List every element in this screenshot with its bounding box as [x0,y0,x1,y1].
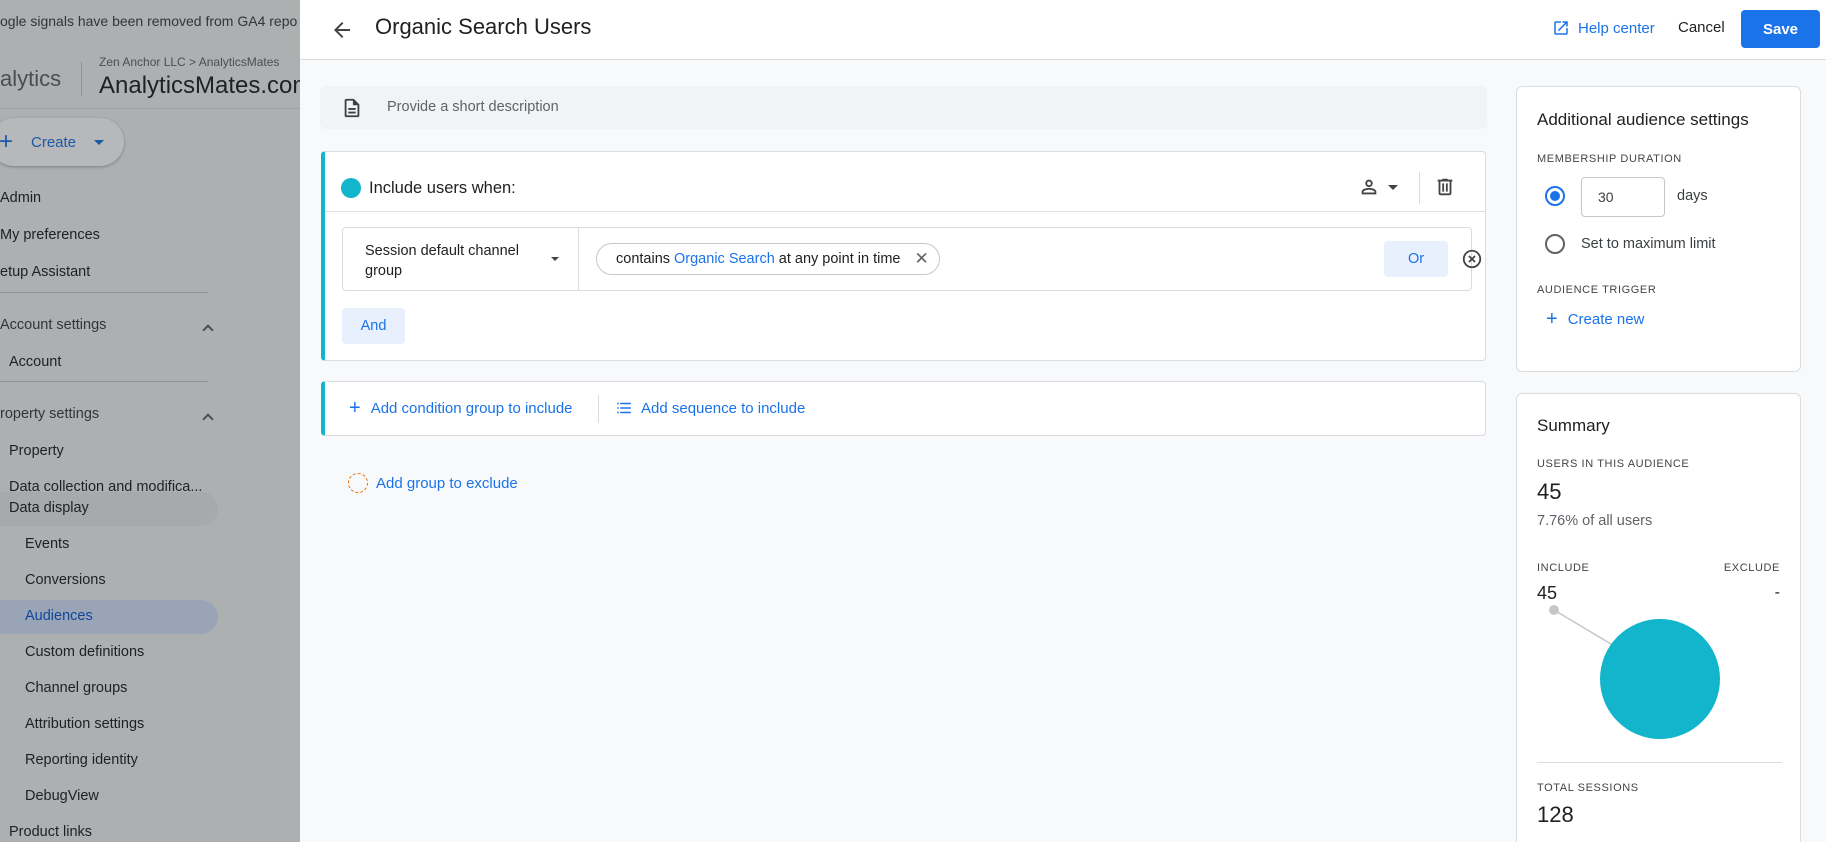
chevron-down-icon [1388,184,1398,190]
help-center-label: Help center [1578,19,1655,37]
save-button[interactable]: Save [1741,10,1820,48]
and-button[interactable]: And [342,308,405,344]
remove-circle-icon[interactable] [1461,248,1483,270]
membership-duration-label: MEMBERSHIP DURATION [1537,153,1682,165]
chart-leader-line [1553,609,1617,648]
add-sequence-label: Add sequence to include [641,399,806,417]
plus-icon: + [1546,308,1558,330]
additional-settings-panel: Additional audience settings MEMBERSHIP … [1516,86,1801,372]
delete-icon[interactable] [1434,176,1456,198]
add-exclude-group-button[interactable]: Add group to exclude [348,473,518,493]
audience-builder-dialog: Organic Search Users Help center Cancel … [300,0,1826,842]
header-divider [1419,172,1420,204]
add-actions-bar: + Add condition group to include Add seq… [321,381,1486,436]
condition-value: Organic Search [674,251,775,267]
exclude-dashed-circle-icon [348,473,368,493]
summary-divider [1537,762,1782,763]
exclude-label: EXCLUDE [1723,562,1780,574]
condition-time-scope: at any point in time [778,251,901,267]
add-sequence-button[interactable]: Add sequence to include [615,399,805,417]
users-count: 45 [1537,479,1562,504]
dialog-header: Organic Search Users Help center Cancel … [300,0,1826,60]
summary-panel: Summary USERS IN THIS AUDIENCE 45 7.76% … [1516,393,1801,842]
summary-title: Summary [1537,416,1610,435]
modal-scrim[interactable] [0,0,300,842]
total-sessions-label: TOTAL SESSIONS [1537,782,1639,794]
close-icon[interactable]: ✕ [914,249,928,269]
help-center-link[interactable]: Help center [1552,19,1655,37]
document-icon [344,98,360,118]
include-count: 45 [1537,583,1558,603]
duration-input[interactable]: 30 [1581,177,1665,217]
days-label: days [1677,188,1708,204]
include-title: Include users when: [369,179,516,197]
add-exclude-label: Add group to exclude [376,474,518,492]
users-percent: 7.76% of all users [1537,513,1653,529]
sequence-list-icon [617,402,631,414]
duration-radio[interactable] [1545,186,1565,206]
add-condition-group-button[interactable]: + Add condition group to include [349,397,573,419]
include-indicator [341,178,361,198]
create-new-label: Create new [1567,310,1645,328]
include-label: INCLUDE [1537,562,1590,574]
condition-operator: contains [616,251,671,267]
dimension-label: Session default channel group [365,243,519,279]
cancel-button[interactable]: Cancel [1678,19,1725,36]
audience-trigger-label: AUDIENCE TRIGGER [1537,284,1657,296]
max-limit-radio[interactable] [1545,234,1565,254]
exclude-count: - [1774,584,1780,601]
all-users-dot [1549,605,1559,615]
condition-chip[interactable]: contains Organic Search at any point in … [596,243,940,275]
create-trigger-button[interactable]: + Create new [1546,308,1645,330]
dimension-select[interactable]: Session default channel group [343,228,579,290]
back-arrow-icon[interactable] [330,18,354,42]
total-sessions-count: 128 [1537,802,1574,827]
include-group-header: Include users when: [325,152,1485,212]
condition-row: Session default channel group contains O… [342,227,1482,291]
max-limit-label: Set to maximum limit [1581,236,1716,252]
plus-icon: + [349,397,361,419]
include-circle [1600,619,1720,739]
description-placeholder: Provide a short description [387,99,559,115]
settings-title: Additional audience settings [1537,110,1749,129]
dropdown-arrow-icon [551,257,559,261]
scope-selector[interactable] [1358,176,1398,198]
or-button[interactable]: Or [1384,241,1448,277]
page-title: Organic Search Users [375,14,592,39]
include-condition-group: Include users when: Session default chan… [321,151,1486,361]
audience-size-chart [1549,605,1720,739]
open-in-new-icon [1554,21,1568,35]
add-condition-group-label: Add condition group to include [370,399,573,417]
actions-divider [598,395,599,423]
users-in-audience-label: USERS IN THIS AUDIENCE [1537,458,1690,470]
description-field[interactable]: Provide a short description [320,86,1487,129]
person-icon [1361,179,1377,195]
